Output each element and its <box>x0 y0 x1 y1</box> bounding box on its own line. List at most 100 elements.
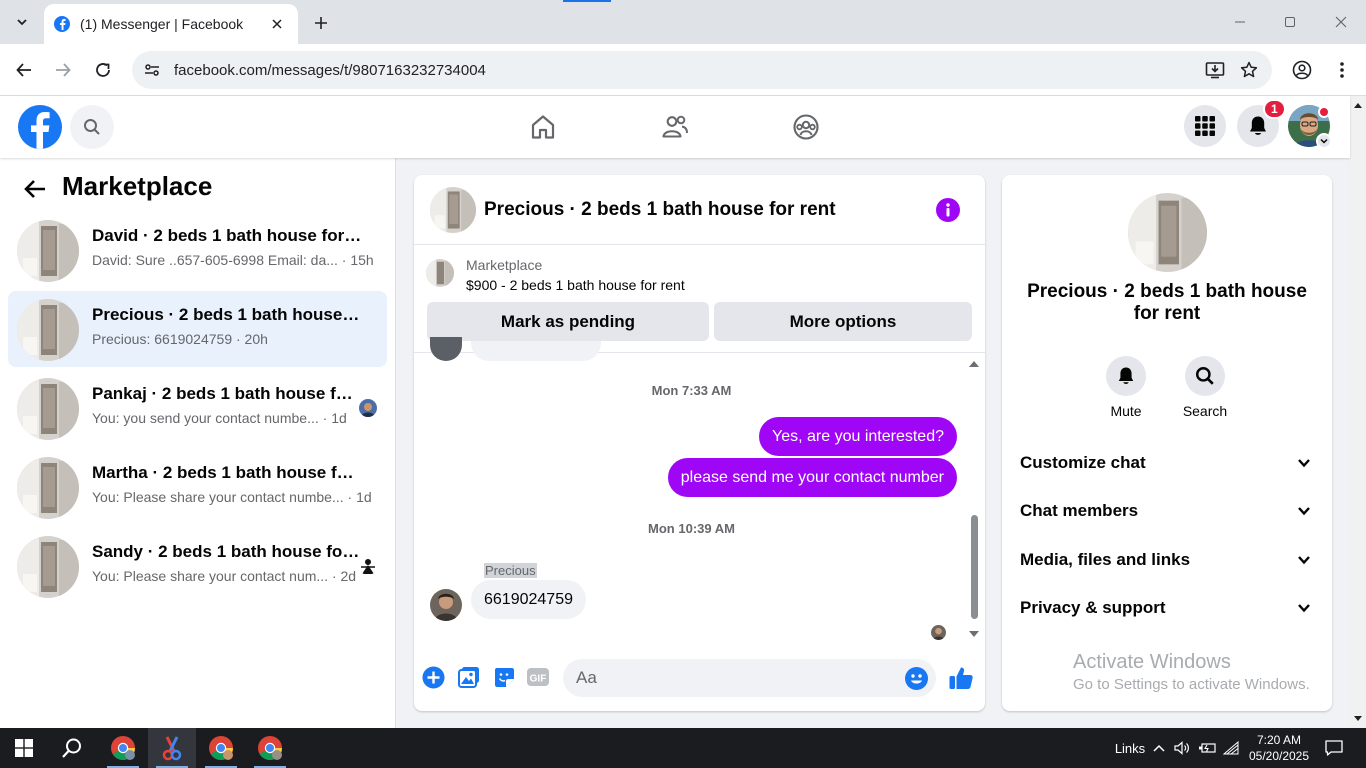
watermark-line-1: Activate Windows <box>1073 651 1231 673</box>
preview-time: · 1d <box>318 410 347 426</box>
more-options-button[interactable]: More options <box>714 302 972 341</box>
bell-icon <box>1106 356 1146 396</box>
thumbs-up-icon[interactable] <box>947 664 975 692</box>
taskbar-chrome-profile-2-icon[interactable] <box>197 728 245 768</box>
conversation-title: David · 2 beds 1 bath house for rent <box>92 226 362 245</box>
back-arrow-icon[interactable] <box>20 174 50 204</box>
conversation-preview: You: Please share your contact num... · … <box>92 568 372 584</box>
back-button[interactable] <box>10 56 38 84</box>
system-clock[interactable]: 7:20 AM 05/20/2025 <box>1240 732 1318 764</box>
reload-button[interactable] <box>89 56 117 84</box>
tab-search-button[interactable] <box>8 8 36 36</box>
gif-icon[interactable]: GIF <box>526 665 550 689</box>
battery-icon[interactable] <box>1197 738 1217 758</box>
wifi-icon[interactable] <box>1221 738 1241 758</box>
info-icon[interactable] <box>936 198 960 222</box>
preview-time: · 1d <box>343 489 372 505</box>
facebook-logo-icon[interactable] <box>18 105 62 149</box>
outgoing-message[interactable]: Yes, are you interested? <box>759 417 957 456</box>
home-icon[interactable] <box>523 109 563 145</box>
search-in-conversation-button[interactable]: Search <box>1175 356 1235 419</box>
minimize-button[interactable] <box>1225 8 1255 36</box>
section-chat-members[interactable]: Chat members <box>1010 489 1324 533</box>
conversation-item-pankaj[interactable]: Pankaj · 2 beds 1 bath house for ... You… <box>8 370 387 446</box>
preview-text: You: you send your contact numbe... <box>92 410 319 426</box>
browser-menu-icon[interactable] <box>1330 56 1354 84</box>
photo-icon[interactable] <box>457 665 481 689</box>
conversation-title: Martha · 2 beds 1 bath house for r... <box>92 463 362 482</box>
listing-thumbnail <box>17 220 79 282</box>
notification-center-icon[interactable] <box>1322 736 1346 760</box>
section-media-files-links[interactable]: Media, files and links <box>1010 538 1324 582</box>
chevron-down-icon <box>1294 550 1314 570</box>
account-chevron-down-icon[interactable] <box>1316 133 1332 149</box>
message-scrollbar-thumb[interactable] <box>971 515 978 619</box>
taskbar-chrome-profile-3-icon[interactable] <box>246 728 294 768</box>
mute-label: Mute <box>1110 403 1142 419</box>
listing-thumbnail <box>17 378 79 440</box>
friends-icon[interactable] <box>655 109 695 145</box>
taskbar-snipping-tool-icon[interactable] <box>148 728 196 768</box>
conversation-item-martha[interactable]: Martha · 2 beds 1 bath house for r... Yo… <box>8 449 387 525</box>
taskbar-search-icon[interactable] <box>48 728 96 768</box>
start-button[interactable] <box>0 728 48 768</box>
conversation-list-panel: Marketplace David · 2 beds 1 bath house … <box>0 158 396 728</box>
mute-button[interactable]: Mute <box>1096 356 1156 419</box>
menu-grid-icon[interactable] <box>1184 105 1226 147</box>
site-info-icon[interactable] <box>134 52 170 88</box>
section-privacy-support[interactable]: Privacy & support <box>1010 586 1324 630</box>
install-app-icon[interactable] <box>1198 53 1232 87</box>
bookmark-star-icon[interactable] <box>1232 53 1266 87</box>
conversation-preview: David: Sure ..657-605-6998 Email: da... … <box>92 252 374 268</box>
windows-taskbar: Links 7:20 AM 05/20/2025 <box>0 728 1366 768</box>
presence-dot <box>1318 106 1330 118</box>
conversation-item-precious[interactable]: Precious · 2 beds 1 bath house for ... P… <box>8 291 387 367</box>
browser-profile-icon[interactable] <box>1288 56 1316 84</box>
browser-toolbar: facebook.com/messages/t/9807163232734004 <box>0 44 1366 96</box>
info-listing-thumbnail[interactable] <box>1128 193 1207 272</box>
search-icon <box>1185 356 1225 396</box>
incoming-message[interactable]: 6619024759 <box>471 580 586 619</box>
forward-button[interactable] <box>49 56 77 84</box>
read-receipt-avatar <box>931 625 946 640</box>
taskbar-chrome-icon[interactable] <box>99 728 147 768</box>
conversation-item-david[interactable]: David · 2 beds 1 bath house for rent Dav… <box>8 212 387 288</box>
section-title: Media, files and links <box>1020 550 1191 569</box>
sticker-icon[interactable] <box>492 665 516 689</box>
search-icon[interactable] <box>70 105 114 149</box>
windows-activation-watermark: Activate Windows Go to Settings to activ… <box>1073 651 1310 693</box>
watermark-line-2: Go to Settings to activate Windows. <box>1073 676 1310 693</box>
groups-icon[interactable] <box>786 109 826 145</box>
chevron-down-icon <box>1294 453 1314 473</box>
message-input[interactable] <box>563 659 936 697</box>
listing-thumbnail <box>17 536 79 598</box>
page-scrollbar[interactable] <box>1350 96 1366 728</box>
volume-icon[interactable] <box>1172 738 1192 758</box>
emoji-icon[interactable] <box>905 667 928 690</box>
maximize-button[interactable] <box>1275 8 1305 36</box>
conversation-title: Sandy · 2 beds 1 bath house for ... <box>92 542 362 561</box>
sender-name-label: Precious <box>484 563 537 578</box>
outgoing-message[interactable]: please send me your contact number <box>667 458 957 497</box>
conversation-preview: Precious: 6619024759 · 20h <box>92 331 372 347</box>
conversation-item-sandy[interactable]: Sandy · 2 beds 1 bath house for ... You:… <box>8 528 387 604</box>
section-customize-chat[interactable]: Customize chat <box>1010 441 1324 485</box>
listing-price-title[interactable]: $900 - 2 beds 1 bath house for rent <box>466 277 685 293</box>
tab-close-icon[interactable] <box>268 15 286 33</box>
links-toolbar[interactable]: Links <box>1113 738 1147 758</box>
new-tab-button[interactable] <box>308 10 334 36</box>
url-text[interactable]: facebook.com/messages/t/9807163232734004 <box>174 62 1198 79</box>
sender-avatar[interactable] <box>430 589 462 621</box>
plus-circle-icon[interactable] <box>421 665 445 689</box>
preview-text: You: Please share your contact numbe... <box>92 489 344 505</box>
listing-source-label: Marketplace <box>466 257 543 273</box>
close-window-button[interactable] <box>1326 8 1356 36</box>
message-thread: Mon 7:33 AM Yes, are you interested? ple… <box>414 337 985 645</box>
chat-listing-thumbnail[interactable] <box>430 187 476 233</box>
mark-as-pending-button[interactable]: Mark as pending <box>427 302 709 341</box>
address-bar[interactable]: facebook.com/messages/t/9807163232734004 <box>132 51 1272 89</box>
browser-tab-active[interactable]: (1) Messenger | Facebook <box>44 4 298 44</box>
message-composer: GIF <box>414 645 985 711</box>
chat-title[interactable]: Precious · 2 beds 1 bath house for rent <box>484 199 836 221</box>
tray-chevron-up-icon[interactable] <box>1150 738 1168 758</box>
